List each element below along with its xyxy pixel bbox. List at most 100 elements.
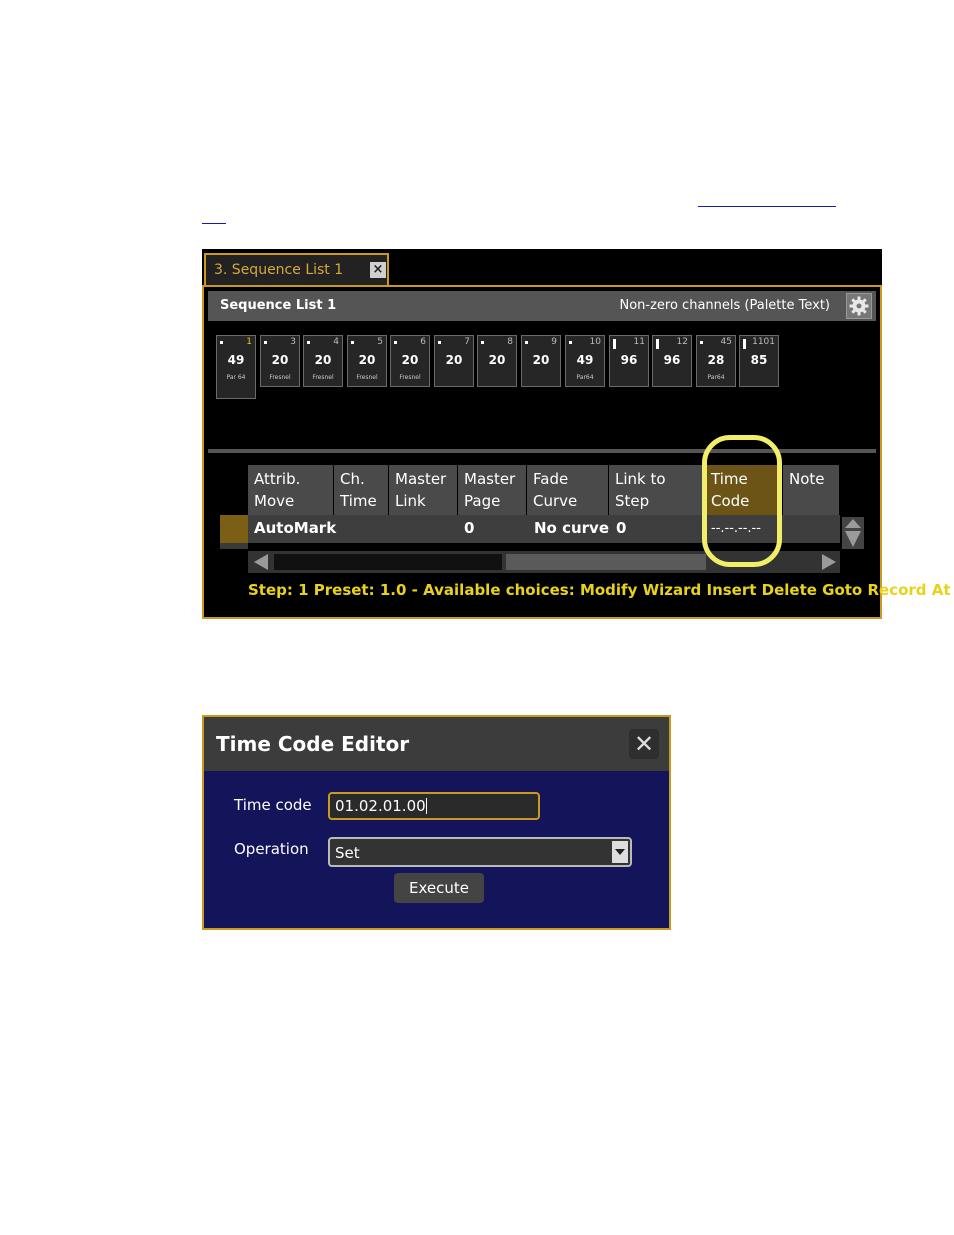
vertical-scrollbar[interactable] bbox=[842, 517, 864, 549]
column-header-master-page[interactable]: Master Page bbox=[458, 465, 527, 515]
channel-label: Par64 bbox=[707, 374, 725, 381]
scrollbar-track[interactable] bbox=[506, 554, 706, 570]
channel-label: Fresnel bbox=[399, 374, 421, 381]
header-line: Link to bbox=[615, 470, 666, 488]
close-icon[interactable]: × bbox=[370, 262, 386, 278]
channel-number: 9 bbox=[551, 337, 557, 347]
text-cursor bbox=[425, 798, 427, 814]
channel-value: 49 bbox=[227, 353, 245, 367]
gear-icon[interactable] bbox=[846, 293, 872, 319]
channel-cell[interactable]: 7 20 bbox=[434, 335, 474, 387]
header-line: Time bbox=[340, 492, 377, 510]
level-indicator bbox=[743, 339, 746, 349]
level-indicator bbox=[307, 341, 310, 344]
channel-number: 7 bbox=[464, 337, 470, 347]
level-indicator bbox=[700, 341, 703, 344]
header-line: Master bbox=[395, 470, 447, 488]
level-indicator bbox=[351, 341, 354, 344]
column-header-master-link[interactable]: Master Link bbox=[389, 465, 458, 515]
header-line: Ch. bbox=[340, 470, 365, 488]
channel-value: 20 bbox=[358, 353, 376, 367]
channel-label: Fresnel bbox=[269, 374, 291, 381]
channel-label: Par 64 bbox=[226, 374, 246, 381]
channel-value: 20 bbox=[445, 353, 463, 367]
channel-cell[interactable]: 1 49 Par 64 bbox=[216, 335, 256, 399]
channel-cell[interactable]: 45 28 Par64 bbox=[696, 335, 736, 387]
channel-value: 20 bbox=[532, 353, 550, 367]
channel-cell[interactable]: 4 20 Fresnel bbox=[303, 335, 343, 387]
channel-filter-label[interactable]: Non-zero channels (Palette Text) bbox=[619, 298, 830, 313]
row-selector-extension bbox=[220, 543, 248, 549]
dialog-header: Time Code Editor ✕ bbox=[204, 717, 669, 771]
execute-button[interactable]: Execute bbox=[394, 873, 484, 903]
channel-value: 85 bbox=[750, 353, 768, 367]
channel-label: Fresnel bbox=[312, 374, 334, 381]
channel-number: 45 bbox=[720, 337, 732, 347]
time-code-value: 01.02.01.00 bbox=[335, 797, 426, 815]
cell-link-to-step[interactable]: 0 bbox=[616, 519, 626, 537]
scroll-left-icon[interactable] bbox=[250, 551, 272, 573]
channel-number: 6 bbox=[420, 337, 426, 347]
cell-attrib-move[interactable]: AutoMark bbox=[254, 519, 336, 537]
link-underline[interactable] bbox=[698, 206, 836, 207]
level-indicator bbox=[220, 341, 223, 344]
channel-cell[interactable]: 9 20 bbox=[521, 335, 561, 387]
column-header-link-to-step[interactable]: Link to Step bbox=[609, 465, 705, 515]
link-underline-continued[interactable] bbox=[202, 223, 226, 224]
channel-cell[interactable]: 3 20 Fresnel bbox=[260, 335, 300, 387]
header-line: Page bbox=[464, 492, 501, 510]
header-line: Attrib. bbox=[254, 470, 301, 488]
channel-cell[interactable]: 6 20 Fresnel bbox=[390, 335, 430, 387]
column-header-attrib-move[interactable]: Attrib. Move bbox=[248, 465, 334, 515]
level-indicator bbox=[656, 339, 659, 349]
level-indicator bbox=[264, 341, 267, 344]
chevron-down-icon[interactable] bbox=[612, 841, 628, 863]
scroll-arrows-icon[interactable] bbox=[842, 517, 864, 549]
time-code-input[interactable]: 01.02.01.00 bbox=[328, 792, 540, 820]
channel-cell[interactable]: 1101 85 bbox=[739, 335, 779, 387]
operation-select[interactable]: Set bbox=[328, 837, 632, 867]
scroll-right-icon[interactable] bbox=[818, 551, 840, 573]
channel-value: 49 bbox=[576, 353, 594, 367]
channel-cell[interactable]: 12 96 bbox=[652, 335, 692, 387]
channel-cell[interactable]: 10 49 Par64 bbox=[565, 335, 605, 387]
header-line: Note bbox=[789, 470, 825, 488]
cell-master-page[interactable]: 0 bbox=[464, 519, 474, 537]
channel-value: 20 bbox=[401, 353, 419, 367]
callout-highlight-ring bbox=[702, 435, 782, 567]
time-code-label: Time code bbox=[234, 796, 312, 814]
header-line: Move bbox=[254, 492, 295, 510]
status-line: Step: 1 Preset: 1.0 - Available choices:… bbox=[248, 581, 951, 599]
dialog-title: Time Code Editor bbox=[216, 732, 410, 756]
tab-sequence-list[interactable]: 3. Sequence List 1 × bbox=[204, 253, 389, 285]
channel-value: 20 bbox=[314, 353, 332, 367]
channel-label: Par64 bbox=[576, 374, 594, 381]
level-indicator bbox=[394, 341, 397, 344]
channel-cell[interactable]: 11 96 bbox=[609, 335, 649, 387]
column-header-note[interactable]: Note bbox=[783, 465, 840, 515]
channel-number: 5 bbox=[377, 337, 383, 347]
channel-cell[interactable]: 8 20 bbox=[477, 335, 517, 387]
level-indicator bbox=[525, 341, 528, 344]
header-line: Fade bbox=[533, 470, 569, 488]
channel-number: 11 bbox=[633, 337, 645, 347]
channel-cell[interactable]: 5 20 Fresnel bbox=[347, 335, 387, 387]
operation-value: Set bbox=[335, 844, 360, 862]
close-icon[interactable]: ✕ bbox=[629, 729, 659, 759]
scrollbar-thumb[interactable] bbox=[274, 554, 502, 570]
cell-fade-curve[interactable]: No curve bbox=[534, 519, 609, 537]
column-header-fade-curve[interactable]: Fade Curve bbox=[527, 465, 609, 515]
channel-number: 1101 bbox=[752, 337, 775, 347]
header-line: Master bbox=[464, 470, 516, 488]
sequence-header-bar: Sequence List 1 Non-zero channels (Palet… bbox=[208, 291, 876, 321]
channel-number: 8 bbox=[507, 337, 513, 347]
channel-value: 96 bbox=[620, 353, 638, 367]
row-selector[interactable] bbox=[220, 515, 248, 543]
header-line: Link bbox=[395, 492, 426, 510]
sequence-title: Sequence List 1 bbox=[220, 298, 337, 313]
channel-number: 4 bbox=[333, 337, 339, 347]
sequence-list-window: 3. Sequence List 1 × Sequence List 1 Non… bbox=[202, 249, 951, 619]
column-header-ch-time[interactable]: Ch. Time bbox=[334, 465, 389, 515]
operation-label: Operation bbox=[234, 840, 309, 858]
level-indicator bbox=[481, 341, 484, 344]
